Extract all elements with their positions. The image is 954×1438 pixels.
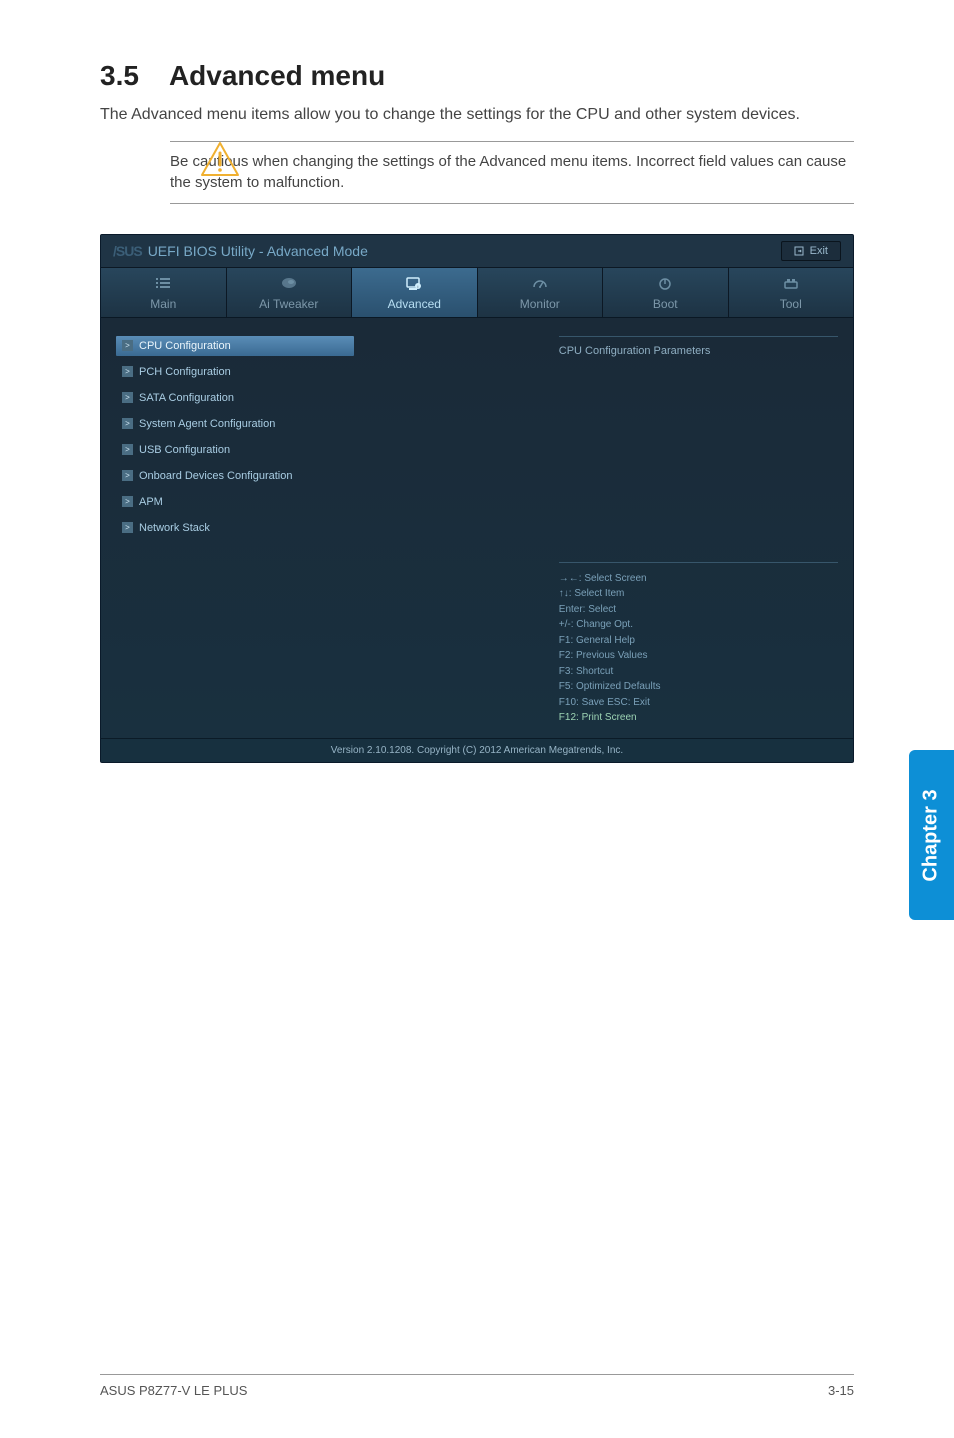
chevron-right-icon: > [122,340,133,351]
menu-item-label: Onboard Devices Configuration [139,470,292,482]
tab-monitor[interactable]: Monitor [478,268,604,317]
chapter-side-tab-label: Chapter 3 [920,789,943,881]
warning-text: Be cautious when changing the settings o… [170,152,854,193]
hints-panel: →←: Select Screen↑↓: Select ItemEnter: S… [559,562,838,726]
chevron-right-icon: > [122,366,133,377]
footer-right: 3-15 [828,1383,854,1398]
bios-brand-logo: /SUS [113,243,142,259]
tab-label: Ai Tweaker [227,297,352,311]
exit-button[interactable]: Exit [781,241,841,261]
menu-item-cpu-configuration[interactable]: > CPU Configuration [116,336,354,356]
menu-item-label: PCH Configuration [139,366,231,378]
tab-label: Tool [729,297,854,311]
menu-item-network-stack[interactable]: > Network Stack [116,518,549,538]
hint-line: F12: Print Screen [559,710,838,726]
list-icon [101,276,226,293]
page-footer: ASUS P8Z77-V LE PLUS 3-15 [100,1374,854,1398]
menu-item-apm[interactable]: > APM [116,492,549,512]
hint-line: ↑↓: Select Item [559,586,838,602]
info-panel-title: CPU Configuration Parameters [559,336,838,357]
tool-icon [729,276,854,293]
menu-item-label: APM [139,496,163,508]
hint-line: F2: Previous Values [559,648,838,664]
tab-boot[interactable]: Boot [603,268,729,317]
menu-item-label: CPU Configuration [139,340,231,352]
hint-line: +/-: Change Opt. [559,617,838,633]
bios-window: /SUS UEFI BIOS Utility - Advanced Mode E… [100,234,854,763]
tweaker-icon [227,276,352,293]
hint-line: F5: Optimized Defaults [559,679,838,695]
monitor-icon [478,276,603,293]
hint-line: F1: General Help [559,633,838,649]
menu-item-label: USB Configuration [139,444,230,456]
bios-titlebar: /SUS UEFI BIOS Utility - Advanced Mode E… [101,235,853,268]
menu-item-sata-configuration[interactable]: > SATA Configuration [116,388,549,408]
menu-item-onboard-devices-configuration[interactable]: > Onboard Devices Configuration [116,466,549,486]
menu-item-usb-configuration[interactable]: > USB Configuration [116,440,549,460]
exit-icon [794,246,804,256]
svg-text:i: i [418,284,419,289]
section-number: 3.5 [100,60,139,91]
exit-label: Exit [810,245,828,257]
hint-line: F3: Shortcut [559,664,838,680]
chevron-right-icon: > [122,418,133,429]
hint-line: Enter: Select [559,602,838,618]
section-heading: 3.5 Advanced menu [100,60,854,92]
hint-line: F10: Save ESC: Exit [559,695,838,711]
menu-item-label: SATA Configuration [139,392,234,404]
chevron-right-icon: > [122,522,133,533]
menu-item-label: System Agent Configuration [139,418,275,430]
menu-item-system-agent-configuration[interactable]: > System Agent Configuration [116,414,549,434]
tab-label: Boot [603,297,728,311]
hint-line: →←: Select Screen [559,571,838,587]
tab-main[interactable]: Main [101,268,227,317]
tab-ai-tweaker[interactable]: Ai Tweaker [227,268,353,317]
tab-label: Main [101,297,226,311]
section-title: Advanced menu [169,60,385,91]
menu-item-label: Network Stack [139,522,210,534]
advanced-icon: i [352,276,477,293]
menu-item-pch-configuration[interactable]: > PCH Configuration [116,362,549,382]
footer-left: ASUS P8Z77-V LE PLUS [100,1383,247,1398]
section-description: The Advanced menu items allow you to cha… [100,104,854,126]
bios-utility-title: UEFI BIOS Utility - Advanced Mode [148,243,368,259]
tab-advanced[interactable]: i Advanced [352,268,478,317]
tab-bar: MainAi Tweaker i AdvancedMonitorBootTool [101,268,853,318]
tab-label: Advanced [352,297,477,311]
chevron-right-icon: > [122,392,133,403]
power-icon [603,276,728,293]
tab-tool[interactable]: Tool [729,268,854,317]
tab-label: Monitor [478,297,603,311]
chevron-right-icon: > [122,444,133,455]
chapter-side-tab: Chapter 3 [909,750,954,920]
chevron-right-icon: > [122,470,133,481]
chevron-right-icon: > [122,496,133,507]
menu-list: > CPU Configuration > PCH Configuration > SAT… [116,336,549,726]
warning-icon [200,141,240,182]
bios-footer: Version 2.10.1208. Copyright (C) 2012 Am… [101,738,853,762]
